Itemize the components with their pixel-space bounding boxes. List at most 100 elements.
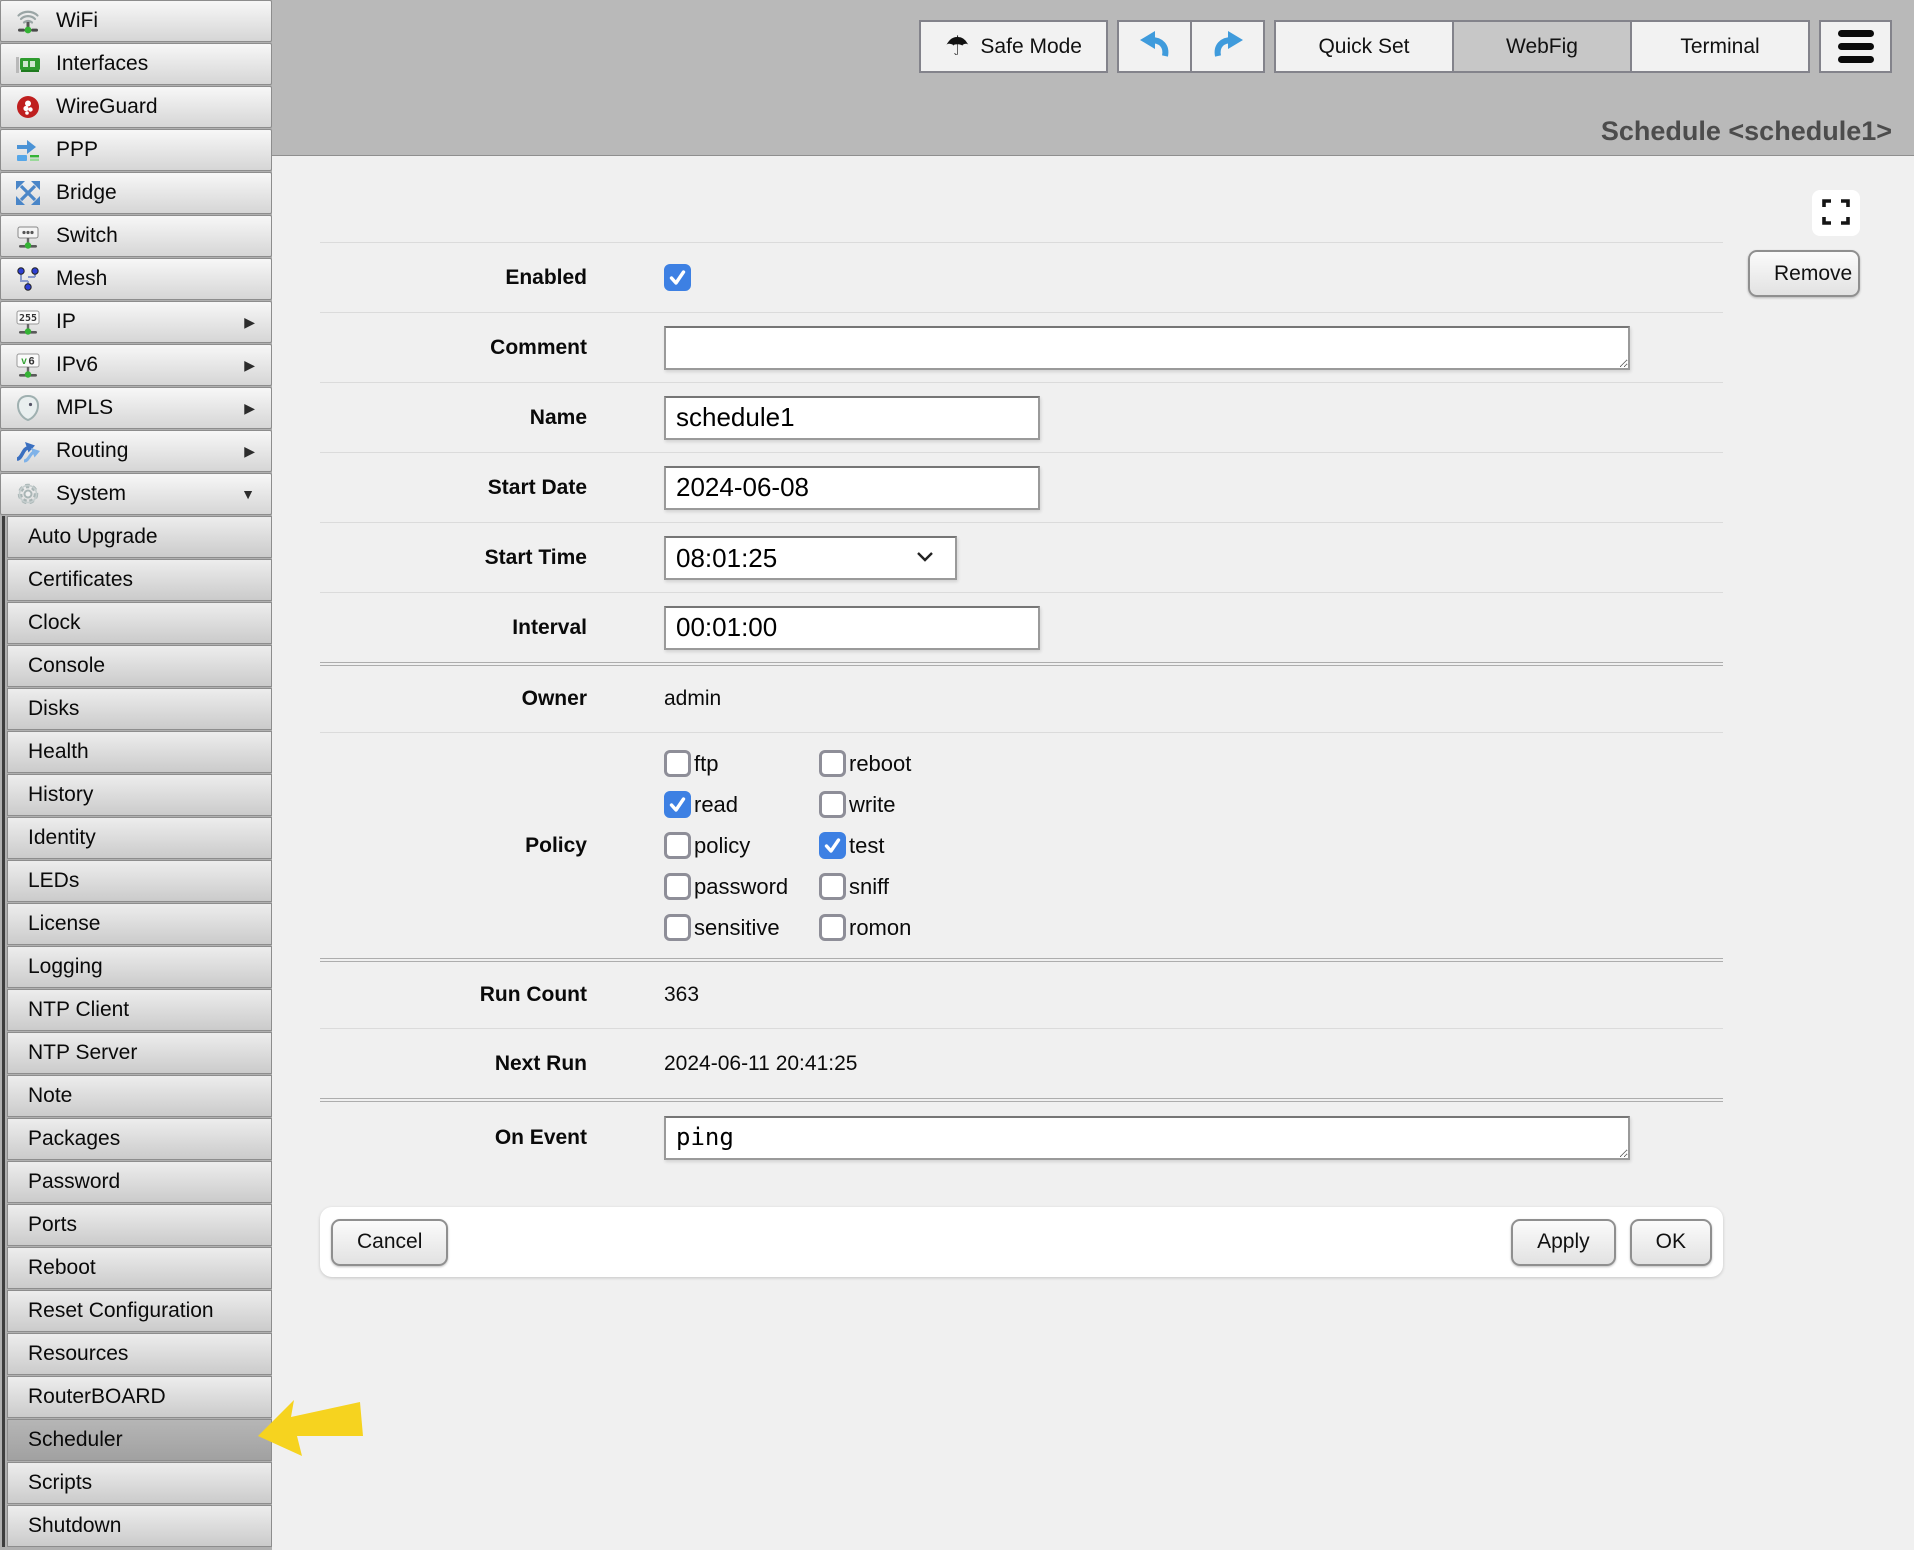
fullscreen-icon (1822, 199, 1850, 228)
sidebar-subitem-auto-upgrade[interactable]: Auto Upgrade (7, 516, 272, 558)
sidebar-item-label: WireGuard (56, 95, 158, 119)
content: Remove Enabled Comment Name Start Date S… (272, 156, 1914, 1550)
start-time-select[interactable]: 08:01:25 (664, 536, 957, 580)
policy-checkbox-sensitive[interactable] (664, 914, 691, 941)
sidebar-item-wireguard[interactable]: WireGuard (0, 86, 272, 128)
chevron-right-icon: ▶ (244, 314, 255, 331)
undo-icon (1138, 29, 1172, 65)
chevron-right-icon: ▶ (244, 400, 255, 417)
policy-checkbox-sniff[interactable] (819, 873, 846, 900)
policy-checkbox-policy[interactable] (664, 832, 691, 859)
start-time-row: Start Time 08:01:25 (320, 522, 1723, 592)
policy-option-policy: policy (664, 825, 819, 866)
sidebar-item-mpls[interactable]: MPLS▶ (0, 387, 272, 429)
sidebar-item-system[interactable]: System ▼ (0, 473, 272, 515)
bridge-icon (12, 178, 44, 208)
policy-option-password: password (664, 866, 819, 907)
enabled-checkbox[interactable] (664, 264, 691, 291)
chevron-right-icon: ▶ (244, 357, 255, 374)
sidebar-subitem-license[interactable]: License (7, 903, 272, 945)
sidebar-subitem-leds[interactable]: LEDs (7, 860, 272, 902)
policy-checkbox-read[interactable] (664, 791, 691, 818)
tab-terminal[interactable]: Terminal (1630, 20, 1810, 73)
tab-webfig[interactable]: WebFig (1452, 20, 1632, 73)
sidebar-subitem-ntp-server[interactable]: NTP Server (7, 1032, 272, 1074)
sidebar-subitem-scripts[interactable]: Scripts (7, 1462, 272, 1504)
sidebar-subitem-note[interactable]: Note (7, 1075, 272, 1117)
sidebar-item-interfaces[interactable]: Interfaces (0, 43, 272, 85)
policy-grid: ftprebootreadwritepolicytestpasswordsnif… (664, 733, 911, 958)
sidebar-item-ppp[interactable]: PPP (0, 129, 272, 171)
svg-text:255: 255 (19, 313, 37, 324)
sidebar-subitem-ports[interactable]: Ports (7, 1204, 272, 1246)
menu-button[interactable] (1819, 20, 1892, 73)
sidebar-subitem-certificates[interactable]: Certificates (7, 559, 272, 601)
sidebar-item-label: IPv6 (56, 353, 98, 377)
sidebar-item-wifi[interactable]: WiFi (0, 0, 272, 42)
chevron-down-icon: ▼ (241, 486, 255, 502)
sidebar-subitem-ntp-client[interactable]: NTP Client (7, 989, 272, 1031)
interval-input[interactable] (664, 606, 1040, 650)
wireguard-icon (12, 92, 44, 122)
page-title: Schedule <schedule1> (1601, 116, 1892, 147)
sidebar-item-label: System (56, 482, 126, 506)
enabled-label: Enabled (320, 266, 587, 290)
sidebar-subitem-clock[interactable]: Clock (7, 602, 272, 644)
next-run-row: Next Run 2024-06-11 20:41:25 (320, 1028, 1723, 1098)
policy-checkbox-test[interactable] (819, 832, 846, 859)
policy-option-label: romon (849, 915, 911, 941)
sidebar-subitem-scheduler[interactable]: Scheduler (7, 1419, 272, 1461)
sidebar-subitem-console[interactable]: Console (7, 645, 272, 687)
sidebar-subitem-packages[interactable]: Packages (7, 1118, 272, 1160)
sidebar-subitem-password[interactable]: Password (7, 1161, 272, 1203)
sidebar-subitem-health[interactable]: Health (7, 731, 272, 773)
name-input[interactable] (664, 396, 1040, 440)
policy-checkbox-ftp[interactable] (664, 750, 691, 777)
owner-value: admin (664, 687, 721, 711)
redo-button[interactable] (1190, 20, 1265, 73)
sidebar-subitem-identity[interactable]: Identity (7, 817, 272, 859)
view-tabs: Quick Set WebFig Terminal (1274, 20, 1810, 73)
policy-checkbox-romon[interactable] (819, 914, 846, 941)
safe-mode-button[interactable]: ☂ Safe Mode (919, 20, 1108, 73)
start-date-input[interactable] (664, 466, 1040, 510)
policy-option-read: read (664, 784, 819, 825)
sidebar-item-switch[interactable]: Switch (0, 215, 272, 257)
on-event-input[interactable]: ping (664, 1116, 1630, 1160)
sidebar-item-ip[interactable]: 255IP▶ (0, 301, 272, 343)
sidebar-item-routing[interactable]: Routing▶ (0, 430, 272, 472)
remove-button[interactable]: Remove (1748, 250, 1860, 297)
run-count-value: 363 (664, 983, 699, 1007)
interfaces-icon (12, 49, 44, 79)
sidebar-subitem-shutdown[interactable]: Shutdown (7, 1505, 272, 1547)
policy-row: Policy ftprebootreadwritepolicytestpassw… (320, 732, 1723, 958)
svg-text:6: 6 (28, 356, 34, 368)
cancel-button[interactable]: Cancel (331, 1219, 448, 1266)
policy-checkbox-password[interactable] (664, 873, 691, 900)
policy-checkbox-reboot[interactable] (819, 750, 846, 777)
sidebar-subitem-reset-configuration[interactable]: Reset Configuration (7, 1290, 272, 1332)
apply-button[interactable]: Apply (1511, 1219, 1616, 1266)
tab-quick-set[interactable]: Quick Set (1274, 20, 1454, 73)
ipv6-icon: v6 (12, 350, 44, 380)
sidebar-subitem-routerboard[interactable]: RouterBOARD (7, 1376, 272, 1418)
policy-option-label: sniff (849, 874, 889, 900)
owner-label: Owner (320, 687, 587, 711)
policy-option-label: policy (694, 833, 750, 859)
ok-button[interactable]: OK (1630, 1219, 1712, 1266)
policy-checkbox-write[interactable] (819, 791, 846, 818)
fullscreen-button[interactable] (1812, 190, 1860, 236)
comment-input[interactable] (664, 326, 1630, 370)
sidebar-item-bridge[interactable]: Bridge (0, 172, 272, 214)
sidebar-item-ipv6[interactable]: v6 IPv6 ▶ (0, 344, 272, 386)
sidebar-subitem-history[interactable]: History (7, 774, 272, 816)
sidebar-subitem-disks[interactable]: Disks (7, 688, 272, 730)
undo-button[interactable] (1117, 20, 1192, 73)
policy-option-sniff: sniff (819, 866, 911, 907)
policy-option-label: reboot (849, 751, 911, 777)
sidebar-subitem-resources[interactable]: Resources (7, 1333, 272, 1375)
sidebar: WiFiInterfaces WireGuard PPPBridgeSwitchMe… (0, 0, 272, 1550)
sidebar-item-mesh[interactable]: Mesh (0, 258, 272, 300)
sidebar-subitem-reboot[interactable]: Reboot (7, 1247, 272, 1289)
sidebar-subitem-logging[interactable]: Logging (7, 946, 272, 988)
